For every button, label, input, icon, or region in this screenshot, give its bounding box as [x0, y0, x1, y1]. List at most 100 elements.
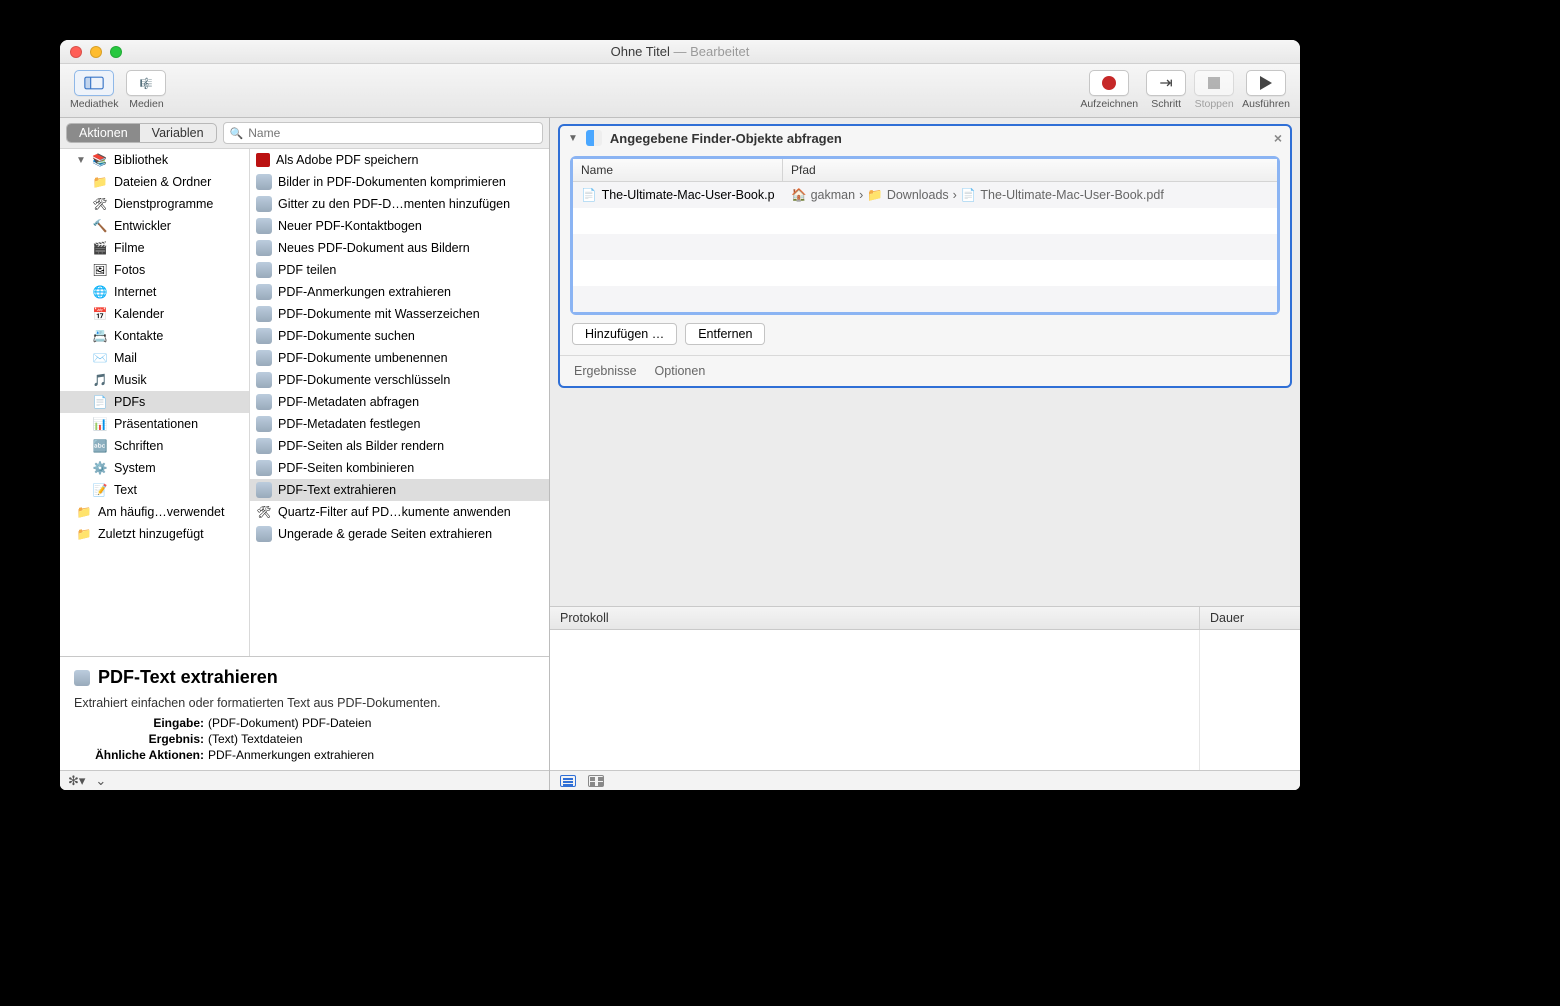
library-item-pres[interactable]: Präsentationen: [60, 413, 249, 435]
column-name[interactable]: Name: [573, 159, 783, 181]
toolbar-label: Ausführen: [1242, 98, 1290, 110]
action-icon: [256, 284, 272, 300]
action-label: PDF-Anmerkungen extrahieren: [278, 285, 451, 299]
titlebar[interactable]: Ohne Titel — Bearbeitet: [60, 40, 1300, 64]
library-item-sys[interactable]: System: [60, 457, 249, 479]
action-label: Gitter zu den PDF-D…menten hinzufügen: [278, 197, 510, 211]
minimize-icon[interactable]: [90, 46, 102, 58]
library-root[interactable]: ▼ Bibliothek: [60, 149, 249, 171]
options-tab[interactable]: Optionen: [655, 364, 706, 378]
folder-icon: 📁: [867, 188, 883, 203]
library-item-dev[interactable]: Entwickler: [60, 215, 249, 237]
inspector-icon[interactable]: ⌄: [95, 773, 106, 789]
library-item-photo[interactable]: Fotos: [60, 259, 249, 281]
library-item-folder[interactable]: Dateien & Ordner: [60, 171, 249, 193]
info-title: PDF-Text extrahieren: [98, 667, 278, 688]
zoom-icon[interactable]: [110, 46, 122, 58]
close-icon[interactable]: ×: [1274, 130, 1282, 146]
action-item[interactable]: PDF-Seiten als Bilder rendern: [250, 435, 549, 457]
net-icon: [92, 284, 108, 300]
results-tab[interactable]: Ergebnisse: [574, 364, 637, 378]
action-icon: [256, 372, 272, 388]
library-item-pdf[interactable]: PDFs: [60, 391, 249, 413]
list-view-icon[interactable]: [560, 775, 576, 787]
action-icon: [256, 482, 272, 498]
action-label: PDF-Metadaten abfragen: [278, 395, 419, 409]
library-item-text[interactable]: Text: [60, 479, 249, 501]
disclosure-icon[interactable]: ▼: [568, 133, 578, 144]
info-description: Extrahiert einfachen oder formatierten T…: [74, 696, 535, 710]
step-icon: [1159, 73, 1172, 93]
flow-view-icon[interactable]: [588, 775, 604, 787]
library-item-contact[interactable]: Kontakte: [60, 325, 249, 347]
library-item-label: Musik: [114, 373, 147, 387]
action-item[interactable]: PDF-Metadaten abfragen: [250, 391, 549, 413]
smart-folder[interactable]: Am häufig…verwendet: [60, 501, 249, 523]
action-item[interactable]: Gitter zu den PDF-D…menten hinzufügen: [250, 193, 549, 215]
action-item[interactable]: Ungerade & gerade Seiten extrahieren: [250, 523, 549, 545]
smart-folder-icon: [76, 526, 92, 542]
action-item[interactable]: Neuer PDF-Kontaktbogen: [250, 215, 549, 237]
record-button[interactable]: Aufzeichnen: [1080, 70, 1138, 110]
action-item[interactable]: Neues PDF-Dokument aus Bildern: [250, 237, 549, 259]
action-item[interactable]: PDF-Dokumente verschlüsseln: [250, 369, 549, 391]
library-item-label: Zuletzt hinzugefügt: [98, 527, 204, 541]
action-icon: [256, 306, 272, 322]
toolbar-label: Schritt: [1151, 98, 1181, 110]
action-item[interactable]: Bilder in PDF-Dokumenten komprimieren: [250, 171, 549, 193]
tab-actions[interactable]: Aktionen: [67, 124, 140, 142]
action-item[interactable]: PDF teilen: [250, 259, 549, 281]
library-item-font[interactable]: Schriften: [60, 435, 249, 457]
sys-icon: [92, 460, 108, 476]
library-item-cal[interactable]: Kalender: [60, 303, 249, 325]
close-icon[interactable]: [70, 46, 82, 58]
action-item[interactable]: PDF-Dokumente mit Wasserzeichen: [250, 303, 549, 325]
action-item[interactable]: PDF-Text extrahieren: [250, 479, 549, 501]
library-item-music[interactable]: Musik: [60, 369, 249, 391]
action-item[interactable]: PDF-Anmerkungen extrahieren: [250, 281, 549, 303]
action-item[interactable]: Als Adobe PDF speichern: [250, 149, 549, 171]
add-button[interactable]: Hinzufügen …: [572, 323, 677, 345]
smart-folder[interactable]: Zuletzt hinzugefügt: [60, 523, 249, 545]
gear-menu-icon[interactable]: ✻▾: [68, 773, 85, 789]
workflow-canvas[interactable]: ▼ Angegebene Finder-Objekte abfragen × N…: [550, 118, 1300, 606]
log-column-protocol[interactable]: Protokoll: [550, 607, 1200, 629]
action-item[interactable]: PDF-Seiten kombinieren: [250, 457, 549, 479]
remove-button[interactable]: Entfernen: [685, 323, 765, 345]
file-list[interactable]: Name Pfad 📄 The-Ultimate-Mac-User-Book.p…: [570, 156, 1280, 315]
action-info-panel: PDF-Text extrahieren Extrahiert einfache…: [60, 656, 549, 770]
toolbar: Mediathek 🎼 Medien Aufzeichnen Schritt S…: [60, 64, 1300, 118]
action-item[interactable]: PDF-Metadaten festlegen: [250, 413, 549, 435]
library-item-tools[interactable]: Dienstprogramme: [60, 193, 249, 215]
action-label: Neues PDF-Dokument aus Bildern: [278, 241, 470, 255]
column-path[interactable]: Pfad: [783, 159, 824, 181]
action-item[interactable]: Quartz-Filter auf PD…kumente anwenden: [250, 501, 549, 523]
left-footer: ✻▾ ⌄: [60, 770, 549, 790]
action-label: PDF-Seiten kombinieren: [278, 461, 414, 475]
file-row[interactable]: 📄 The-Ultimate-Mac-User-Book.p 🏠gakman ›…: [573, 182, 1277, 208]
library-item-label: Text: [114, 483, 137, 497]
library-toggle-button[interactable]: Mediathek: [70, 70, 118, 110]
library-item-net[interactable]: Internet: [60, 281, 249, 303]
pres-icon: [92, 416, 108, 432]
tab-variables[interactable]: Variablen: [140, 124, 216, 142]
action-item[interactable]: PDF-Dokumente suchen: [250, 325, 549, 347]
step-button[interactable]: Schritt: [1146, 70, 1186, 110]
action-list[interactable]: Als Adobe PDF speichern Bilder in PDF-Do…: [250, 149, 549, 656]
library-item-mail[interactable]: Mail: [60, 347, 249, 369]
search-input[interactable]: [248, 126, 536, 140]
workflow-action-get-finder-items[interactable]: ▼ Angegebene Finder-Objekte abfragen × N…: [558, 124, 1292, 388]
library-item-film[interactable]: Filme: [60, 237, 249, 259]
search-field[interactable]: [223, 122, 543, 144]
library-categories[interactable]: ▼ Bibliothek Dateien & Ordner Dienstprog…: [60, 149, 250, 656]
folder-icon: [92, 174, 108, 190]
books-icon: [92, 152, 108, 168]
action-item[interactable]: PDF-Dokumente umbenennen: [250, 347, 549, 369]
log-column-duration[interactable]: Dauer: [1200, 607, 1300, 629]
toolbar-label: Mediathek: [70, 98, 118, 110]
library-item-label: Präsentationen: [114, 417, 198, 431]
file-list-header: Name Pfad: [573, 159, 1277, 182]
media-button[interactable]: 🎼 Medien: [126, 70, 166, 110]
library-item-label: Internet: [114, 285, 156, 299]
run-button[interactable]: Ausführen: [1242, 70, 1290, 110]
